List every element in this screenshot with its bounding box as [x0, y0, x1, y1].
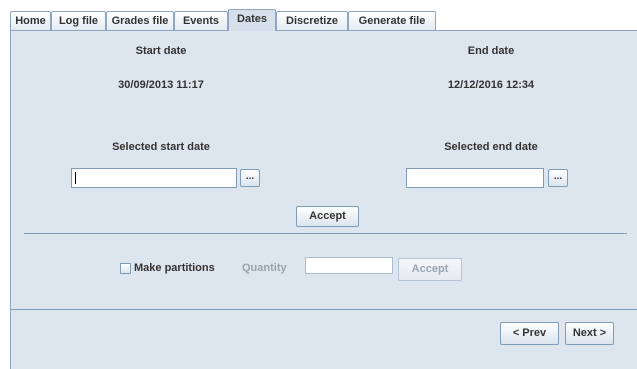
dates-panel: Start date End date 30/09/2013 11:17 12/…: [10, 30, 637, 369]
tab-home-label: Home: [15, 15, 46, 27]
end-date-picker-button[interactable]: ...: [548, 169, 568, 187]
make-partitions-label: Make partitions: [134, 262, 215, 274]
make-partitions-checkbox[interactable]: [120, 263, 131, 274]
quantity-input[interactable]: [305, 257, 393, 274]
partitions-accept-button[interactable]: Accept: [398, 258, 462, 281]
selected-start-date-label: Selected start date: [112, 141, 210, 153]
tab-events-label: Events: [182, 15, 220, 27]
start-date-picker-button[interactable]: ...: [240, 169, 260, 187]
separator: [11, 309, 637, 310]
tab-grades-file-label: Grades file: [111, 15, 169, 27]
separator: [24, 233, 627, 234]
tab-events[interactable]: Events: [174, 11, 228, 30]
selected-end-date-field[interactable]: [406, 168, 544, 188]
tab-grades-file[interactable]: Grades file: [106, 11, 174, 30]
next-button[interactable]: Next >: [565, 322, 614, 345]
start-date-value: 30/09/2013 11:17: [118, 79, 204, 91]
prev-button[interactable]: < Prev: [500, 322, 559, 345]
text-caret: [75, 172, 76, 184]
selected-start-date-field[interactable]: [71, 168, 237, 188]
tab-generate-file[interactable]: Generate file: [348, 11, 436, 30]
ellipsis-icon: ...: [553, 171, 563, 182]
selected-end-date-label: Selected end date: [444, 141, 538, 153]
tab-log-file[interactable]: Log file: [51, 11, 106, 30]
quantity-label: Quantity: [242, 262, 287, 274]
ellipsis-icon: ...: [245, 171, 255, 182]
start-date-label: Start date: [135, 45, 187, 57]
end-date-value: 12/12/2016 12:34: [447, 79, 535, 91]
tab-log-file-label: Log file: [58, 15, 99, 27]
tab-dates-label: Dates: [237, 13, 267, 25]
tab-dates[interactable]: Dates: [228, 9, 276, 31]
tab-discretize-label: Discretize: [286, 15, 338, 27]
dates-accept-button[interactable]: Accept: [296, 206, 359, 227]
tab-generate-file-label: Generate file: [358, 15, 426, 27]
end-date-label: End date: [467, 45, 515, 57]
tab-home[interactable]: Home: [10, 11, 51, 30]
tab-discretize[interactable]: Discretize: [276, 11, 348, 30]
